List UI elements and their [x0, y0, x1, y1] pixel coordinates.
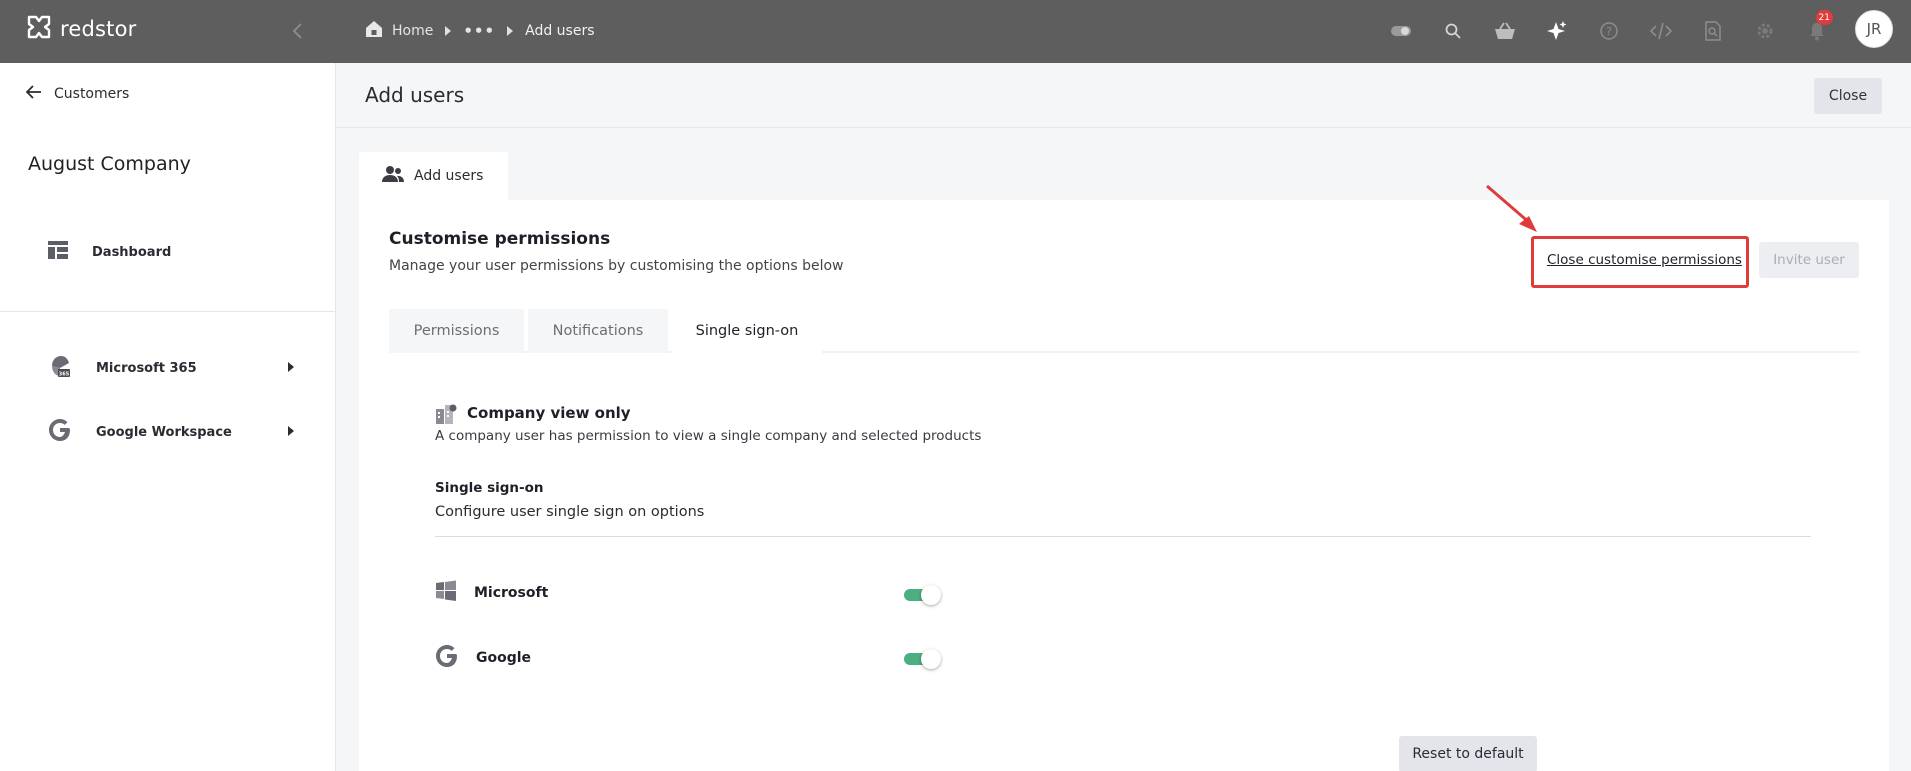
sidebar-item-dashboard[interactable]: Dashboard — [48, 241, 171, 263]
redstor-logo-icon — [26, 14, 52, 44]
sidebar-item-google-workspace[interactable]: Google Workspace — [48, 418, 232, 446]
notification-badge: 21 — [1815, 10, 1833, 25]
breadcrumb-home[interactable]: Home — [364, 20, 433, 42]
tab-permissions[interactable]: Permissions — [389, 309, 524, 353]
search-icon[interactable] — [1427, 13, 1479, 49]
bell-icon[interactable]: 21 — [1791, 10, 1843, 49]
sidebar: Customers August Company Dashboard 365 M… — [0, 63, 336, 771]
breadcrumb-ellipsis[interactable]: ••• — [463, 22, 495, 40]
sidebar-item-label: Dashboard — [92, 244, 172, 260]
user-avatar[interactable]: JR — [1855, 10, 1893, 48]
gear-icon[interactable] — [1739, 13, 1791, 49]
sidebar-item-label: Google Workspace — [96, 424, 232, 440]
reset-to-default-button[interactable]: Reset to default — [1399, 736, 1537, 771]
permissions-card: Customise permissions Manage your user p… — [359, 184, 1889, 771]
back-label: Customers — [54, 86, 130, 102]
expand-microsoft-365-icon[interactable] — [288, 357, 294, 376]
search-document-icon[interactable] — [1687, 13, 1739, 49]
top-bar: redstor Home ••• Add users ? 21 JR — [0, 0, 1911, 63]
top-icons: ? 21 — [1375, 10, 1843, 49]
brand-name: redstor — [60, 17, 137, 41]
tab-add-users-label: Add users — [414, 168, 484, 184]
company-name: August Company — [28, 153, 191, 175]
tab-single-sign-on[interactable]: Single sign-on — [672, 309, 822, 353]
page-header: Add users Close — [336, 63, 1911, 128]
main-content: Add users Close Add users Customise perm… — [336, 63, 1911, 771]
google-sso-toggle[interactable] — [904, 649, 942, 669]
sidebar-item-microsoft-365[interactable]: 365 Microsoft 365 — [48, 354, 197, 382]
breadcrumb-separator-icon — [507, 26, 514, 36]
sidebar-item-label: Microsoft 365 — [96, 360, 197, 376]
divider — [435, 536, 1811, 537]
home-icon — [364, 20, 384, 42]
toggle-icon[interactable] — [1375, 13, 1427, 49]
permission-title: Company view only — [467, 404, 631, 422]
sidebar-divider — [0, 311, 336, 312]
breadcrumb-separator-icon — [445, 26, 452, 36]
arrow-left-icon — [25, 85, 42, 103]
google-icon — [435, 644, 459, 672]
sparkle-icon[interactable] — [1531, 13, 1583, 49]
svg-text:365: 365 — [59, 372, 70, 378]
tab-add-users[interactable]: Add users — [359, 152, 508, 200]
breadcrumb: Home ••• Add users — [364, 18, 595, 44]
company-building-icon — [435, 403, 457, 429]
card-title: Customise permissions — [389, 229, 611, 249]
chevron-left-icon — [292, 23, 302, 39]
provider-google: Google — [435, 644, 531, 672]
windows-icon — [435, 580, 457, 606]
subtabs: Permissions Notifications Single sign-on — [389, 309, 1859, 353]
provider-name: Google — [476, 650, 532, 666]
provider-microsoft: Microsoft — [435, 580, 548, 606]
permission-description: A company user has permission to view a … — [435, 428, 982, 444]
microsoft-365-icon: 365 — [48, 354, 72, 382]
close-customise-permissions-link[interactable]: Close customise permissions — [1547, 252, 1742, 268]
sso-label: Single sign-on — [435, 480, 544, 496]
basket-icon[interactable] — [1479, 13, 1531, 49]
card-subtitle: Manage your user permissions by customis… — [389, 258, 844, 274]
brand[interactable]: redstor — [26, 14, 136, 44]
breadcrumb-home-label: Home — [392, 23, 434, 39]
code-icon[interactable] — [1635, 13, 1687, 49]
provider-name: Microsoft — [474, 585, 549, 601]
help-icon[interactable]: ? — [1583, 13, 1635, 49]
invite-user-button[interactable]: Invite user — [1759, 242, 1859, 278]
users-add-icon — [381, 165, 405, 187]
svg-text:?: ? — [1606, 25, 1612, 38]
google-icon — [48, 418, 72, 446]
breadcrumb-current: Add users — [525, 23, 595, 39]
expand-google-workspace-icon[interactable] — [288, 421, 294, 440]
tab-notifications[interactable]: Notifications — [528, 309, 668, 353]
collapse-sidebar-button[interactable] — [286, 18, 308, 44]
page-title: Add users — [365, 83, 465, 107]
dashboard-icon — [48, 241, 68, 263]
back-to-customers-link[interactable]: Customers — [25, 85, 130, 103]
sso-description: Configure user single sign on options — [435, 504, 705, 520]
microsoft-sso-toggle[interactable] — [904, 585, 942, 605]
close-button[interactable]: Close — [1814, 78, 1882, 114]
